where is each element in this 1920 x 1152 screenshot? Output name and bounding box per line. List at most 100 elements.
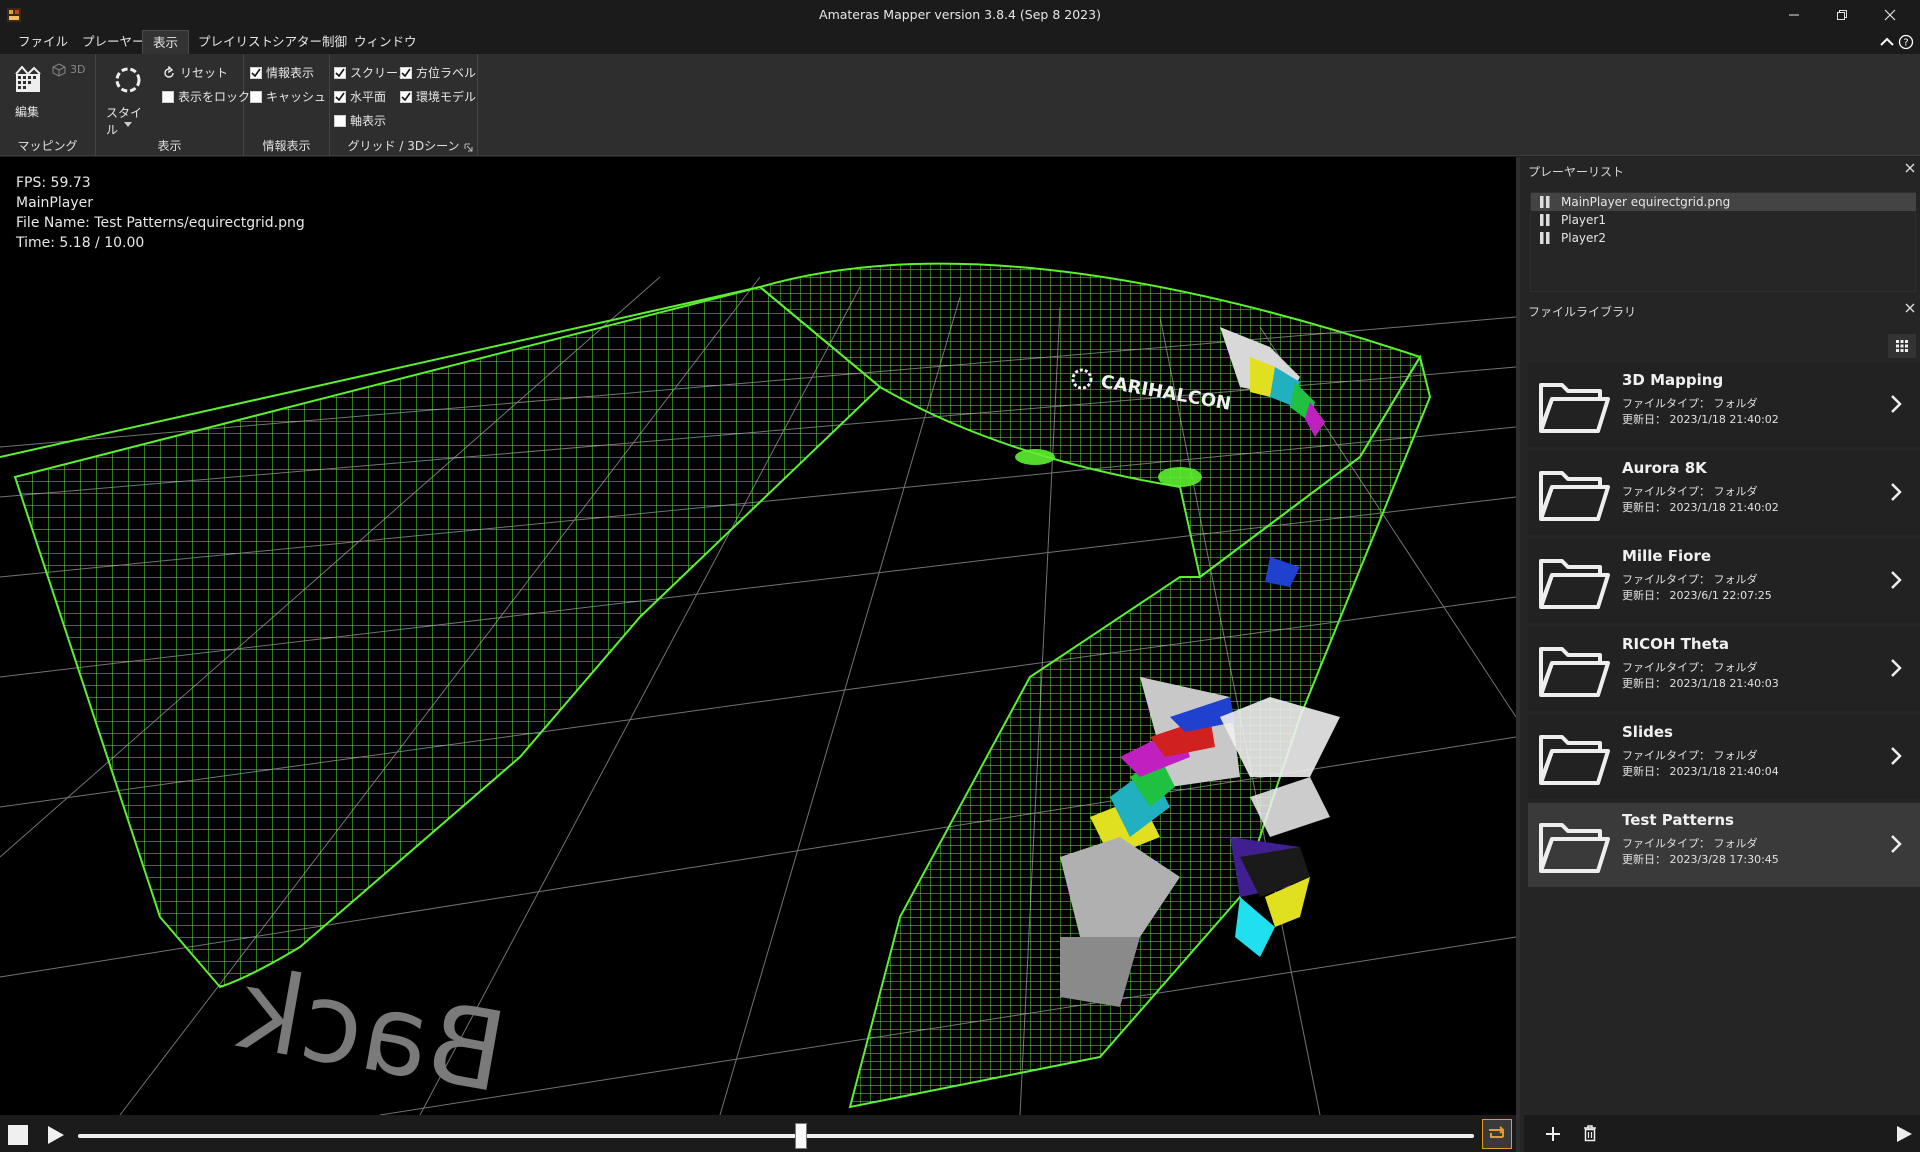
player-item-label: Player1 [1561,213,1606,227]
seek-slider-track[interactable] [78,1134,1474,1138]
edit-grid-icon [15,66,41,92]
axis-checkbox[interactable]: 軸表示 [334,112,386,129]
chevron-right-icon [1891,747,1902,765]
info-display-label: 情報表示 [266,66,315,80]
play-icon [48,1126,64,1144]
style-ring-icon [115,67,141,93]
collapse-ribbon-icon[interactable] [1878,33,1896,51]
file-item-name: Mille Fiore [1622,547,1712,565]
file-item-aurora-8k[interactable]: Aurora 8K ファイルタイプ： フォルダ 更新日： 2023/1/18 2… [1528,451,1920,535]
reset-icon [164,65,174,78]
chevron-right-icon [1891,835,1902,853]
left-screen-wall [13,285,882,989]
minimize-icon [1789,14,1799,16]
file-item-type: ファイルタイプ： フォルダ [1622,573,1758,586]
file-item-name: Aurora 8K [1622,459,1707,477]
checkbox-box [334,114,346,127]
edit-button[interactable]: 編集 [8,64,48,124]
play-icon[interactable] [1894,1124,1914,1144]
grid-view-icon[interactable] [1888,334,1916,358]
ribbon-group-grid: スクリーン 方位ラベル 水平面 環境モデル 軸表示 グリッド / 3Dシーン [330,54,478,156]
player-item-1[interactable]: Player1 [1531,211,1916,229]
player-item-main[interactable]: MainPlayer equirectgrid.png [1531,193,1916,211]
play-button[interactable] [44,1124,66,1146]
axis-label: 軸表示 [350,114,387,128]
trash-icon[interactable] [1582,1124,1598,1142]
time-readout: Time: 5.18 / 10.00 [16,235,145,251]
group-label-info: 情報表示 [262,139,311,153]
direction-label-checkbox[interactable]: 方位ラベル [400,64,476,81]
checkbox-checked-box [334,90,346,103]
pause-icon [1540,232,1550,244]
file-item-ricoh-theta[interactable]: RICOH Theta ファイルタイプ： フォルダ 更新日： 2023/1/18… [1528,627,1920,711]
dropdown-arrow-icon [124,122,132,127]
info-display-checkbox[interactable]: 情報表示 [250,64,314,81]
direction-label-text: 方位ラベル [416,66,477,80]
file-item-mille-fiore[interactable]: Mille Fiore ファイルタイプ： フォルダ 更新日： 2023/6/1 … [1528,539,1920,623]
checkbox-checked-box [334,66,346,79]
add-icon[interactable] [1544,1125,1562,1143]
library-footer [1524,1115,1920,1152]
reset-button[interactable]: リセット [162,64,228,81]
file-item-date: 更新日： 2023/3/28 17:30:45 [1622,853,1779,866]
ribbon-group-mapping: 編集 3D マッピング [0,54,96,156]
checkbox-checked-box [400,66,412,79]
file-item-slides[interactable]: Slides ファイルタイプ： フォルダ 更新日： 2023/1/18 21:4… [1528,715,1920,799]
minimize-button[interactable] [1770,0,1818,30]
loop-icon [1489,1126,1505,1138]
ribbon: 編集 3D マッピング スタイル リセット 表示をロック 表示 情報表示 キャッ… [0,54,1920,156]
folder-icon [1539,735,1610,785]
svg-text:?: ? [1903,38,1908,49]
ribbon-group-display: スタイル リセット 表示をロック 表示 [96,54,250,156]
loop-button[interactable] [1482,1119,1512,1149]
chevron-right-icon [1891,571,1902,589]
menu-window[interactable]: ウィンドウ [344,30,427,54]
file-item-3d-mapping[interactable]: 3D Mapping ファイルタイプ： フォルダ 更新日： 2023/1/18 … [1528,363,1920,447]
ribbon-group-info: 情報表示 キャッシュ 情報表示 [244,54,330,156]
edit-label: 編集 [15,105,40,119]
lock-display-checkbox[interactable]: 表示をロック [162,88,250,105]
dialog-launcher-icon[interactable] [464,143,473,152]
file-item-name: 3D Mapping [1622,371,1724,389]
horizon-label: 水平面 [350,90,387,104]
folder-icon [1539,647,1610,697]
file-item-type: ファイルタイプ： フォルダ [1622,397,1758,410]
file-item-type: ファイルタイプ： フォルダ [1622,485,1758,498]
horizon-checkbox[interactable]: 水平面 [334,88,386,105]
player-list: MainPlayer equirectgrid.png Player1 Play… [1530,192,1916,292]
env-model-checkbox[interactable]: 環境モデル [400,88,476,105]
restore-button[interactable] [1818,0,1866,30]
menu-view[interactable]: 表示 [142,30,190,54]
view-3d-button[interactable]: 3D [52,62,92,80]
file-library-title: ファイルライブラリ [1528,305,1637,319]
folder-icon [1539,559,1610,609]
folder-icon [1539,383,1610,433]
scene-render: CARIHALCON Back [0,262,1516,1115]
group-label-grid: グリッド / 3Dシーン [347,139,460,153]
checkbox-checked-box [250,66,262,79]
seek-slider-thumb[interactable] [795,1123,808,1149]
3d-viewport[interactable]: CARIHALCON Back FPS: 59.73 MainPlayer Fi… [0,157,1516,1115]
player-item-2[interactable]: Player2 [1531,229,1916,247]
stop-button[interactable] [8,1125,28,1145]
close-icon[interactable] [1904,302,1916,314]
screen-checkbox[interactable]: スクリーン [334,64,409,81]
file-item-name: RICOH Theta [1622,635,1730,653]
cache-checkbox[interactable]: キャッシュ [250,88,326,105]
help-icon[interactable]: ? [1898,34,1914,50]
player-item-label: MainPlayer equirectgrid.png [1561,195,1731,209]
checkbox-box [162,90,174,103]
file-item-test-patterns[interactable]: Test Patterns ファイルタイプ： フォルダ 更新日： 2023/3/… [1528,803,1920,887]
chevron-right-icon [1891,483,1902,501]
env-model-label: 環境モデル [416,90,477,104]
menu-file[interactable]: ファイル [8,30,78,54]
close-window-button[interactable] [1866,0,1914,30]
menu-bar: ファイル プレーヤー 表示 プレイリスト シアター制御 ウィンドウ ? [0,30,1920,54]
close-icon[interactable] [1904,162,1916,174]
player-readout: MainPlayer [16,195,93,211]
file-item-date: 更新日： 2023/6/1 22:07:25 [1622,589,1772,602]
menu-theater-control[interactable]: シアター制御 [262,30,357,54]
style-button[interactable]: スタイル [106,64,150,137]
player-list-header: プレーヤーリスト [1524,157,1920,183]
file-item-type: ファイルタイプ： フォルダ [1622,749,1758,762]
